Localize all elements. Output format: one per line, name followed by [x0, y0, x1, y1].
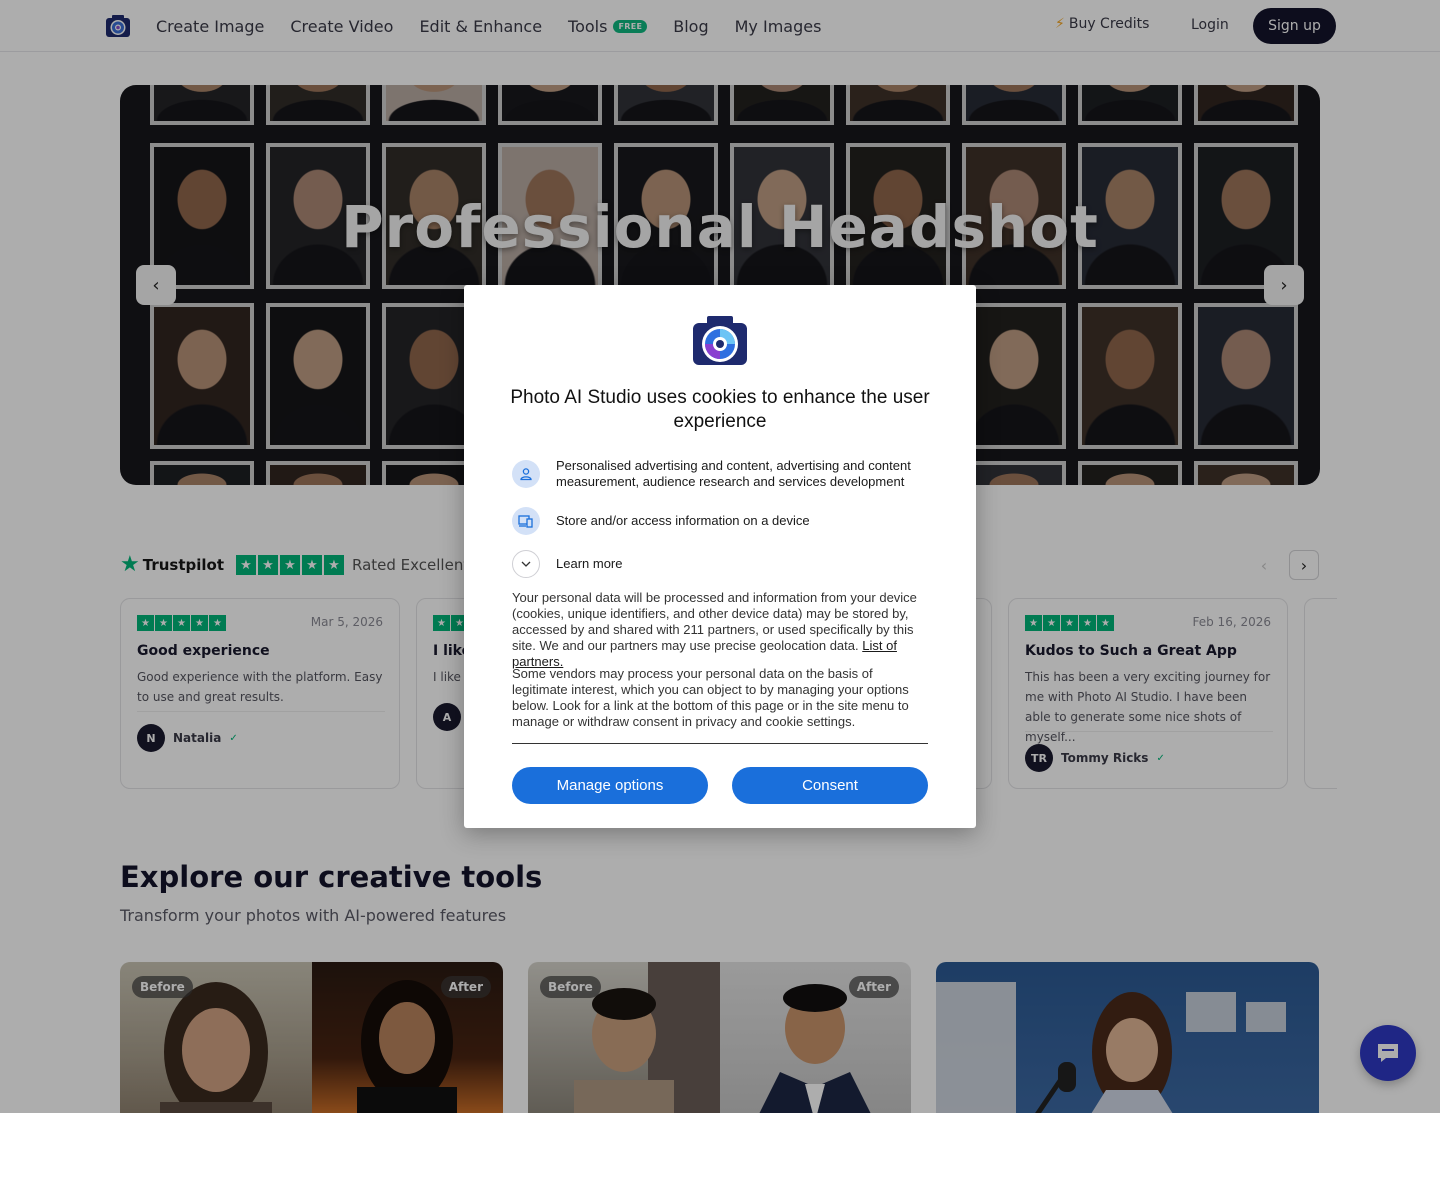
cookie-consent-dialog: Photo AI Studio uses cookies to enhance …	[464, 285, 976, 828]
consent-paragraph-1-text: Your personal data will be processed and…	[512, 590, 917, 653]
chevron-down-icon	[512, 550, 540, 578]
manage-options-button[interactable]: Manage options	[512, 767, 708, 804]
learn-more-toggle[interactable]: Learn more	[512, 550, 932, 578]
consent-button[interactable]: Consent	[732, 767, 928, 804]
devices-icon	[512, 507, 540, 535]
person-icon	[512, 460, 540, 488]
consent-paragraph-1: Your personal data will be processed and…	[512, 590, 930, 670]
consent-paragraph-2: Some vendors may process your personal d…	[512, 666, 909, 729]
divider	[512, 743, 928, 744]
consent-purpose-storage: Store and/or access information on a dev…	[512, 507, 932, 535]
purpose-advertising-text: Personalised advertising and content, ad…	[556, 458, 911, 489]
consent-purpose-advertising: Personalised advertising and content, ad…	[512, 458, 932, 490]
learn-more-label: Learn more	[556, 556, 623, 571]
photo-ai-studio-logo-icon	[693, 316, 747, 365]
purpose-storage-text: Store and/or access information on a dev…	[556, 513, 810, 528]
consent-title: Photo AI Studio uses cookies to enhance …	[510, 387, 930, 432]
